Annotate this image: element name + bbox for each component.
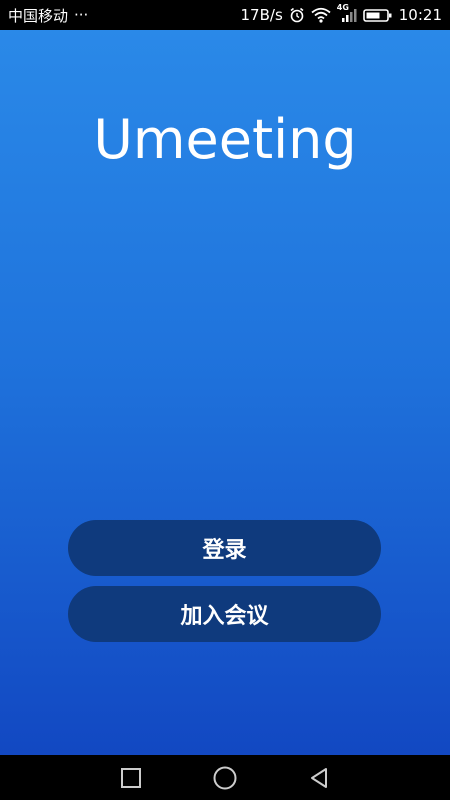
app-title: Umeeting (93, 108, 357, 171)
carrier-label: 中国移动 (8, 6, 69, 25)
alarm-icon (289, 7, 305, 23)
more-indicator: ··· (74, 6, 89, 24)
nav-recents-icon[interactable] (120, 767, 142, 789)
clock: 10:21 (398, 6, 442, 24)
navigation-bar (0, 755, 450, 800)
battery-icon (362, 7, 393, 23)
nav-home-icon[interactable] (212, 765, 238, 791)
login-button[interactable]: 登录 (68, 520, 381, 576)
signal-icon: 4G (337, 3, 357, 23)
nav-back-icon[interactable] (308, 767, 330, 789)
status-right: 17B/s 4G 10:21 (240, 3, 442, 24)
status-bar: 中国移动 ··· 17B/s 4G 10:21 (0, 0, 450, 30)
join-meeting-button[interactable]: 加入会议 (68, 586, 381, 642)
wifi-icon (311, 7, 331, 23)
app-screen: Umeeting 登录 加入会议 (0, 30, 450, 755)
network-speed: 17B/s (240, 6, 283, 24)
status-left: 中国移动 ··· (8, 5, 88, 26)
